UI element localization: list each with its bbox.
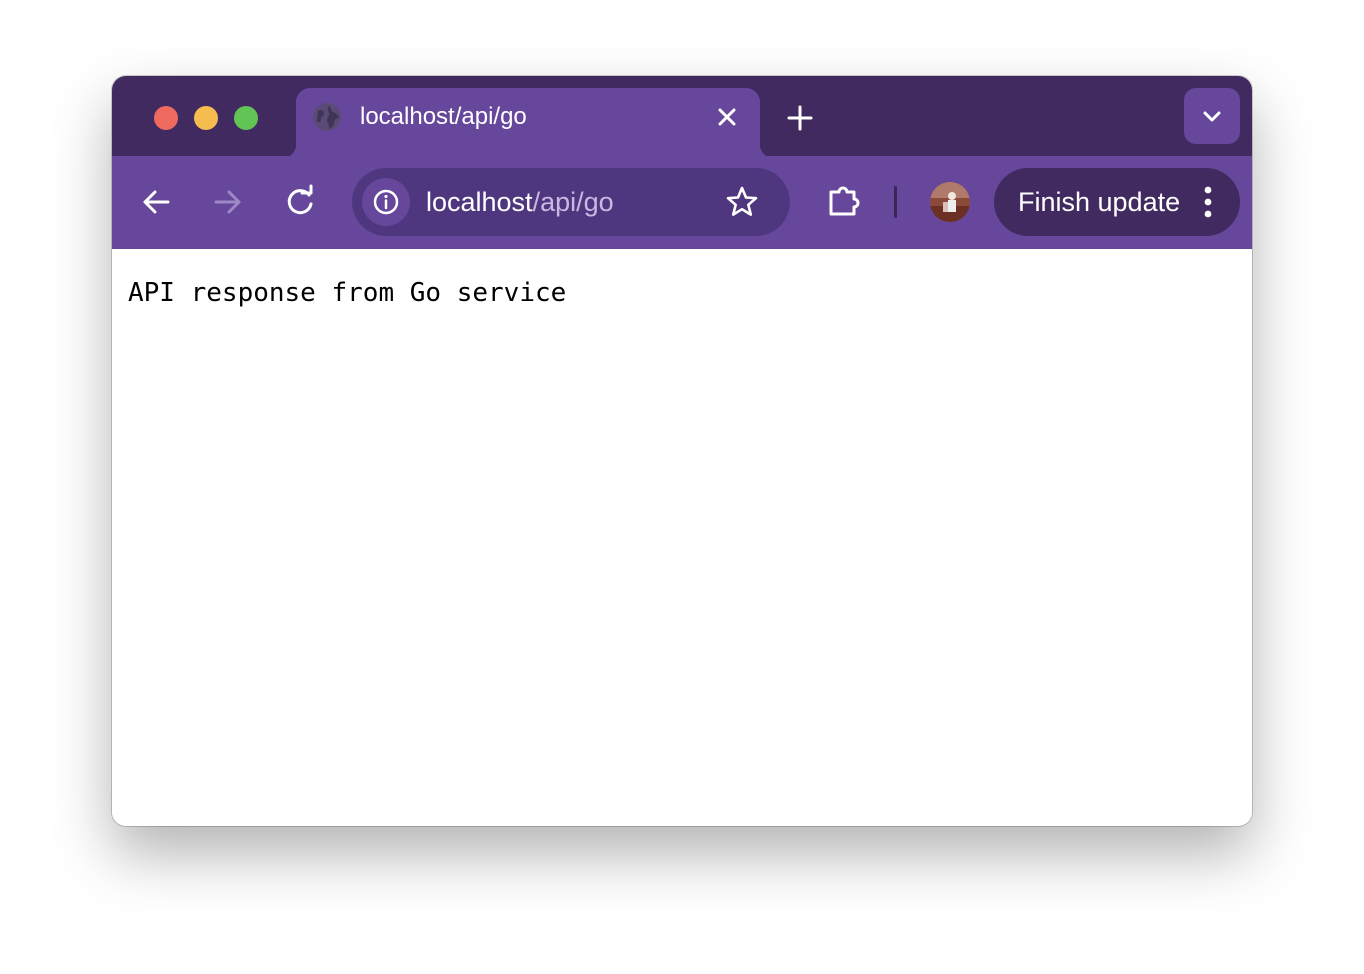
tab-search-button[interactable] <box>1184 88 1240 144</box>
address-bar[interactable]: localhost/api/go <box>352 168 790 236</box>
close-tab-icon[interactable] <box>712 102 742 132</box>
new-tab-icon[interactable] <box>782 100 818 136</box>
profile-avatar[interactable] <box>930 182 970 222</box>
toolbar-divider <box>894 186 897 218</box>
bookmark-star-icon[interactable] <box>724 184 760 220</box>
finish-update-label: Finish update <box>1018 187 1181 217</box>
chevron-down-icon <box>1203 111 1221 122</box>
page-content: API response from Go service <box>112 249 1252 826</box>
url-text[interactable]: localhost/api/go <box>426 186 614 218</box>
kebab-menu-icon[interactable] <box>1194 184 1222 220</box>
back-arrow-icon[interactable] <box>136 182 176 222</box>
info-icon <box>373 189 399 215</box>
active-tab[interactable]: localhost/api/go <box>282 88 774 158</box>
tab-strip: localhost/api/go <box>112 76 1252 158</box>
response-text: API response from Go service <box>128 278 567 308</box>
minimize-window-button[interactable] <box>194 106 218 130</box>
url-host: localhost <box>426 187 533 217</box>
extensions-puzzle-icon[interactable] <box>824 182 864 222</box>
site-info-button[interactable] <box>362 178 410 226</box>
url-path: /api/go <box>532 187 614 217</box>
browser-toolbar: localhost/api/go Finish update <box>112 156 1252 249</box>
globe-icon <box>312 102 342 132</box>
tab-title: localhost/api/go <box>360 103 527 130</box>
forward-arrow-icon[interactable] <box>208 182 248 222</box>
zoom-window-button[interactable] <box>234 106 258 130</box>
reload-icon[interactable] <box>280 182 320 222</box>
browser-window: localhost/api/go localhost/api/go Finish… <box>112 76 1252 826</box>
finish-update-button[interactable]: Finish update <box>994 168 1240 236</box>
close-window-button[interactable] <box>154 106 178 130</box>
